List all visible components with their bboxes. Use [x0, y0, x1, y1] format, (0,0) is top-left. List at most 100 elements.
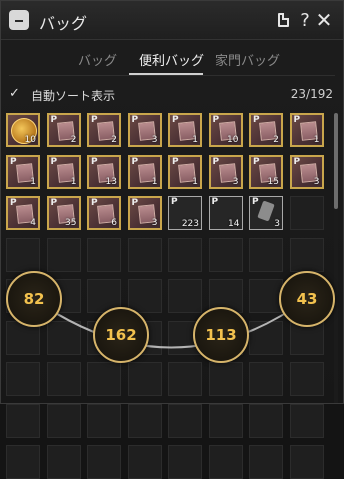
inventory-slot-empty[interactable]	[87, 237, 121, 272]
inventory-slot-item[interactable]: P2	[46, 113, 81, 147]
inventory-slot-item[interactable]: P 10	[208, 113, 243, 147]
inventory-slot-empty[interactable]	[208, 445, 243, 479]
value-node-82[interactable]: 82	[6, 271, 62, 327]
scroll-thumb[interactable]	[334, 113, 338, 209]
inventory-slot-empty[interactable]	[6, 362, 40, 396]
inventory-slot-empty[interactable]	[289, 403, 324, 438]
slot-quantity: 10	[24, 135, 36, 145]
inventory-slot-item[interactable]: P2	[249, 113, 283, 147]
bag-window: バッグ ? ✕ バッグ 便利バッグ 家門バッグ ✓ 自動ソート表示 23/192…	[0, 0, 344, 479]
inventory-slot-empty[interactable]	[127, 237, 162, 272]
slot-p-marker: P	[131, 115, 139, 125]
slot-p-marker: P	[91, 198, 98, 208]
slot-quantity: 3	[232, 176, 239, 187]
inventory-slot-empty[interactable]	[127, 362, 162, 396]
inventory-slot-item[interactable]: P1	[168, 113, 202, 147]
inventory-slot-empty[interactable]	[46, 445, 81, 479]
tab-convenient-bag[interactable]: 便利バッグ	[139, 50, 204, 69]
inventory-slot-empty[interactable]	[168, 279, 202, 313]
inventory-slot-empty[interactable]	[46, 403, 81, 438]
inventory-slot-empty[interactable]	[168, 362, 202, 396]
document-icon	[277, 13, 289, 27]
inventory-slot-empty[interactable]	[249, 279, 283, 313]
inventory-slot-item[interactable]: P1	[127, 154, 162, 189]
value-node-113[interactable]: 113	[193, 307, 249, 363]
inventory-slot-item[interactable]: P3	[249, 196, 283, 230]
inventory-slot-empty[interactable]	[46, 237, 81, 272]
inventory-slot-item[interactable]: P 13	[87, 154, 121, 189]
inventory-slot-item[interactable]: P1	[46, 154, 81, 189]
inventory-slot-empty[interactable]	[168, 403, 202, 438]
inventory-slot-item[interactable]: 10	[6, 113, 40, 147]
inventory-slot-item[interactable]: P1	[6, 154, 40, 189]
inventory-slot-item[interactable]: P 14	[208, 196, 243, 230]
inventory-slot-item[interactable]: P1	[289, 113, 324, 147]
inventory-slot-empty[interactable]	[208, 362, 243, 396]
inventory-slot-empty[interactable]	[289, 445, 324, 479]
slot-quantity: 6	[111, 218, 117, 228]
inventory-slot-item[interactable]: P1	[168, 154, 202, 189]
slot-p-marker: P	[253, 156, 260, 167]
inventory-slot-empty[interactable]	[87, 362, 121, 396]
value-node-162[interactable]: 162	[93, 307, 149, 363]
inventory-slot-item[interactable]: P3	[127, 196, 162, 230]
close-button[interactable]: ✕	[314, 8, 334, 32]
inventory-slot-empty[interactable]	[46, 362, 81, 396]
bag-icon	[9, 10, 29, 30]
inventory-slot-empty[interactable]	[249, 445, 283, 479]
inventory-slot-empty[interactable]	[289, 237, 324, 272]
value-node-43[interactable]: 43	[279, 271, 335, 327]
slot-quantity: 13	[105, 176, 117, 187]
slot-quantity: 1	[30, 176, 36, 187]
inventory-slot-empty[interactable]	[249, 362, 283, 396]
slot-p-marker: P	[253, 115, 260, 125]
inventory-slot-empty[interactable]	[208, 403, 243, 438]
slot-p-marker: P	[131, 198, 139, 208]
inventory-slot-empty[interactable]	[208, 237, 243, 272]
inventory-slot-item[interactable]: P4	[6, 196, 40, 230]
inventory-slot-item[interactable]: P 35	[46, 196, 81, 230]
slot-quantity: 223	[181, 219, 199, 229]
inventory-slot-item[interactable]: P3	[208, 154, 243, 189]
inventory-slot-empty[interactable]	[6, 445, 40, 479]
tab-family-bag[interactable]: 家門バッグ	[215, 50, 280, 69]
tab-bag[interactable]: バッグ	[78, 50, 117, 69]
inventory-slot-empty[interactable]	[249, 403, 283, 438]
inventory-slot-empty[interactable]	[6, 403, 40, 438]
inventory-slot-empty[interactable]	[46, 320, 81, 355]
scrollbar[interactable]	[334, 113, 338, 403]
title-bar[interactable]: バッグ ? ✕	[1, 1, 343, 40]
inventory-slot-empty[interactable]	[127, 403, 162, 438]
auto-sort-checkbox[interactable]: ✓	[9, 87, 23, 101]
inventory-slot-item[interactable]: P 223	[168, 196, 202, 230]
slot-p-marker: P	[50, 115, 58, 125]
inventory-slot-item[interactable]: P3	[289, 154, 324, 189]
inventory-slot-empty[interactable]	[289, 196, 324, 230]
help-button[interactable]: ?	[295, 9, 315, 31]
inventory-slot-empty[interactable]	[127, 445, 162, 479]
inventory-slot-empty[interactable]	[249, 320, 283, 355]
inventory-slot-empty[interactable]	[289, 362, 324, 396]
inventory-slot-empty[interactable]	[168, 445, 202, 479]
inventory-slot-item[interactable]: P3	[127, 113, 162, 147]
inventory-grid: 10 P 2 P 2 P 3 P 1 P 10 P 2 P 1 P 1 P 1 P 13 P 1 P 1 P 3 P 15 P 3 P 4 P 35…	[6, 113, 330, 479]
slot-p-marker: P	[131, 156, 139, 167]
slot-quantity: 4	[30, 218, 36, 228]
slot-p-marker: P	[172, 156, 179, 167]
inventory-slot-item[interactable]: P2	[87, 113, 121, 147]
inventory-slot-empty[interactable]	[249, 237, 283, 272]
slot-p-marker: P	[211, 197, 219, 207]
slot-quantity: 3	[313, 176, 320, 187]
inventory-slot-empty[interactable]	[127, 279, 162, 313]
bag-tabs: バッグ 便利バッグ 家門バッグ	[1, 41, 343, 75]
inventory-slot-empty[interactable]	[6, 237, 40, 272]
slot-quantity: 1	[151, 176, 158, 187]
inventory-slot-empty[interactable]	[87, 445, 121, 479]
inventory-slot-empty[interactable]	[168, 237, 202, 272]
tabs-divider	[9, 75, 335, 76]
slot-quantity: 10	[227, 135, 239, 145]
inventory-slot-item[interactable]: P6	[87, 196, 121, 230]
inventory-slot-empty[interactable]	[87, 403, 121, 438]
inventory-slot-item[interactable]: P 15	[249, 154, 283, 189]
document-button[interactable]	[273, 9, 293, 31]
